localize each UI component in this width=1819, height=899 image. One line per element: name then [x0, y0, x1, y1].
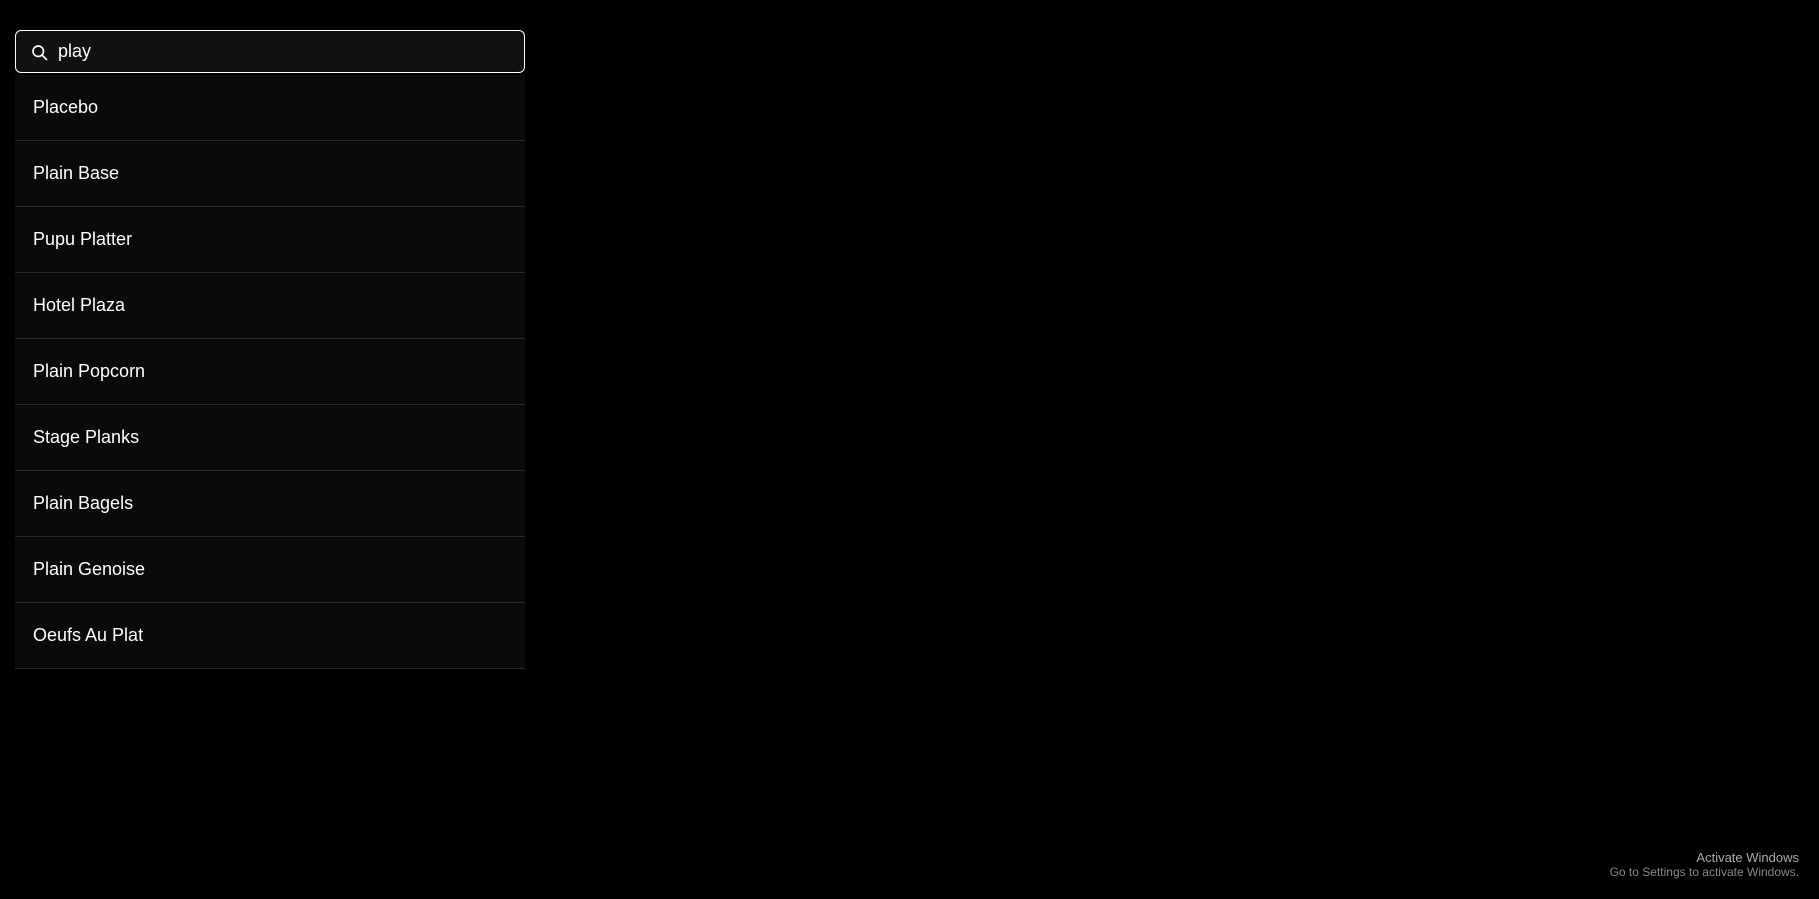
- activate-windows-notice: Activate Windows Go to Settings to activ…: [1610, 850, 1799, 879]
- search-container: PlaceboPlain BasePupu PlatterHotel Plaza…: [15, 30, 525, 669]
- list-item[interactable]: Plain Genoise: [15, 537, 525, 603]
- list-item[interactable]: Plain Bagels: [15, 471, 525, 537]
- list-item[interactable]: Pupu Platter: [15, 207, 525, 273]
- list-item[interactable]: Oeufs Au Plat: [15, 603, 525, 669]
- search-input-wrapper: [15, 30, 525, 73]
- list-item[interactable]: Placebo: [15, 75, 525, 141]
- activate-subtitle: Go to Settings to activate Windows.: [1610, 865, 1799, 879]
- list-item[interactable]: Stage Planks: [15, 405, 525, 471]
- list-item[interactable]: Plain Base: [15, 141, 525, 207]
- list-item[interactable]: Plain Popcorn: [15, 339, 525, 405]
- search-icon: [30, 43, 48, 61]
- search-input[interactable]: [58, 41, 510, 62]
- list-item[interactable]: Hotel Plaza: [15, 273, 525, 339]
- activate-title: Activate Windows: [1610, 850, 1799, 865]
- dropdown-list: PlaceboPlain BasePupu PlatterHotel Plaza…: [15, 75, 525, 669]
